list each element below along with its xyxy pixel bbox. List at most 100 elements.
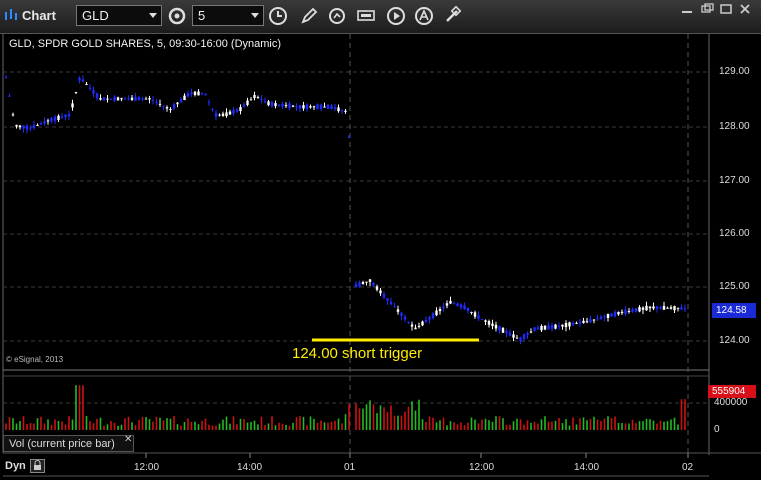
close-icon[interactable] — [738, 3, 752, 15]
candle-body — [648, 306, 652, 309]
volume-bar — [470, 417, 473, 430]
candle-body — [662, 305, 666, 310]
candle-body — [316, 104, 319, 110]
volume-bar — [593, 416, 595, 430]
volume-bar — [467, 422, 469, 430]
candle-body — [347, 136, 351, 138]
candle-body — [407, 321, 410, 323]
candle-body — [568, 322, 571, 327]
volume-bar — [575, 424, 578, 430]
chevron-down-icon[interactable] — [149, 13, 157, 18]
volume-bar — [47, 419, 49, 430]
volume-bar — [628, 423, 630, 430]
volume-bar — [449, 421, 452, 430]
volume-bar — [99, 417, 102, 430]
volume-bar — [355, 403, 357, 430]
candle-body — [165, 107, 169, 109]
candle-body — [134, 96, 137, 101]
volume-bar — [306, 425, 308, 430]
candle-body — [151, 100, 155, 102]
volume-bar — [526, 420, 529, 430]
candle-body — [641, 307, 645, 310]
volume-bar — [61, 421, 63, 430]
candle-body — [43, 121, 46, 124]
volume-bar — [596, 419, 599, 430]
volume-bar — [488, 420, 490, 430]
pencil-icon[interactable] — [298, 5, 320, 27]
volume-axis-label: 0 — [714, 424, 720, 435]
clock-icon[interactable] — [267, 5, 289, 27]
volume-bar — [561, 423, 564, 430]
volume-bar — [600, 421, 602, 430]
refresh-icon[interactable] — [326, 5, 348, 27]
volume-bar — [607, 416, 609, 430]
chart-plot[interactable] — [0, 34, 761, 480]
volume-bar — [92, 423, 95, 430]
volume-bar — [271, 416, 273, 430]
alert-icon[interactable] — [413, 5, 435, 27]
link-icon[interactable] — [441, 5, 463, 27]
candle-body — [78, 77, 81, 81]
candle-body — [361, 282, 365, 285]
candle-body — [582, 320, 585, 324]
volume-study-label[interactable]: Vol (current price bar) — [3, 435, 134, 452]
close-icon[interactable]: ✕ — [124, 434, 132, 445]
volume-bar — [183, 421, 186, 430]
volume-bar — [649, 419, 651, 430]
candle-body — [435, 310, 438, 316]
play-icon[interactable] — [385, 5, 407, 27]
candle-body — [372, 283, 375, 286]
volume-bar — [250, 421, 252, 430]
volume-bar — [670, 419, 672, 430]
candle-body — [204, 93, 207, 96]
candle-body — [253, 94, 256, 99]
volume-bar — [369, 400, 371, 430]
time-axis-label: 02 — [682, 462, 694, 473]
time-axis-label: 12:00 — [134, 462, 160, 473]
maximize-icon[interactable] — [719, 3, 733, 15]
volume-bar — [509, 424, 511, 430]
volume-bar — [428, 416, 431, 430]
restore-icon[interactable] — [700, 3, 714, 15]
candle-body — [340, 110, 344, 112]
candle-body — [155, 102, 158, 104]
volume-bar — [327, 422, 329, 430]
candle-body — [22, 125, 25, 129]
lock-icon[interactable] — [30, 459, 45, 473]
candle-body — [613, 311, 617, 317]
candle-body — [284, 105, 288, 107]
candle-body — [169, 109, 172, 111]
settings-cycle-icon[interactable] — [166, 5, 188, 27]
candle-body — [652, 306, 655, 309]
volume-bar — [148, 419, 151, 430]
chevron-down-icon[interactable] — [251, 13, 259, 18]
candle-body — [281, 103, 284, 107]
time-axis-label: 12:00 — [469, 462, 495, 473]
candle-body — [88, 87, 92, 89]
symbol-combobox[interactable]: GLD — [76, 5, 162, 26]
candle-body — [277, 104, 281, 106]
candle-body — [375, 286, 379, 290]
minimize-icon[interactable] — [680, 3, 694, 15]
app-title: Chart — [22, 8, 56, 23]
volume-bar — [404, 411, 406, 430]
candle-body — [11, 114, 15, 116]
candle-body — [624, 309, 627, 314]
candle-body — [627, 310, 631, 312]
volume-bar — [201, 420, 203, 430]
candle-body — [512, 334, 515, 338]
candle-body — [424, 319, 428, 322]
candle-body — [666, 307, 669, 309]
volume-bar — [652, 420, 655, 430]
candle-body — [263, 101, 267, 103]
volume-bar — [334, 420, 336, 430]
volume-bar — [418, 399, 420, 430]
quote-icon[interactable] — [355, 5, 377, 27]
volume-bar — [624, 423, 627, 430]
price-axis-label: 129.00 — [719, 66, 750, 77]
volume-bar — [159, 417, 161, 430]
candle-body — [533, 327, 536, 331]
interval-combobox[interactable]: 5 — [192, 5, 264, 26]
dynamic-mode-label[interactable]: Dyn — [5, 460, 26, 472]
candle-body — [8, 95, 11, 97]
